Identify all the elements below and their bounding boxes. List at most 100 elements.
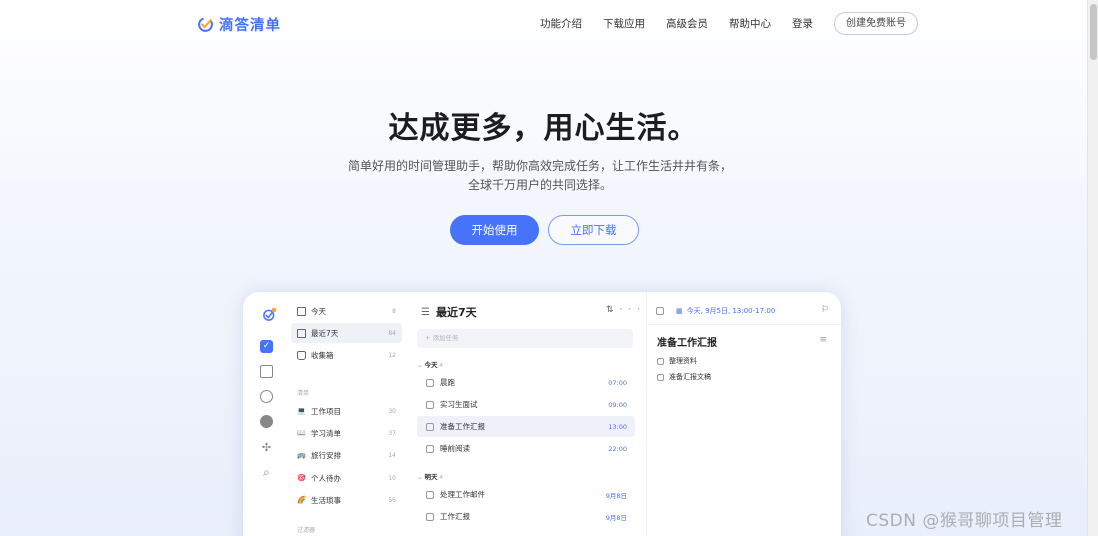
item-count: 8 [392,307,396,315]
group-count: 4 [439,475,443,481]
target-emoji-icon: 🎯 [297,474,306,482]
nav-features[interactable]: 功能介绍 [540,13,582,35]
nav-premium[interactable]: 高级会员 [666,13,708,35]
signup-button[interactable]: 创建免费账号 [834,12,918,35]
task-checkbox[interactable] [426,400,434,409]
sidebar-item-label: 收集箱 [311,350,334,360]
task-row-selected[interactable]: 准备工作汇报 13:00 [417,416,635,437]
more-icon[interactable]: ··· [620,305,647,315]
add-task-input[interactable]: + 添加任务 [417,329,633,348]
group-label: 今天 [424,361,438,369]
task-detail-pane: ▦ 今天, 9月5日, 13:00-17:00 ⚐ 准备工作汇报 ≡ 整理资料 … [646,292,841,536]
group-label: 明天 [424,473,438,481]
task-checkbox[interactable] [426,422,434,431]
task-row[interactable]: 实习生面试 09:00 [417,394,635,415]
group-header-tomorrow[interactable]: ⌄ 明天 4 [417,471,443,481]
hero-subtitle-line: 简单好用的时间管理助手，帮助你高效完成任务，让工作生活井井有条， [347,159,732,173]
task-due: 09:00 [608,400,627,409]
task-row[interactable]: 处理工作邮件 9月8日 [417,484,635,505]
bus-emoji-icon: 🚌 [297,451,306,459]
download-button[interactable]: 立即下载 [548,215,639,245]
task-due: 07:00 [608,378,627,387]
sidebar-item-label: 旅行安排 [311,450,341,460]
hero-subtitle: 简单好用的时间管理助手，帮助你高效完成任务，让工作生活井井有条， 全球千万用户的… [0,157,1080,195]
calendar-icon[interactable]: ▦ [676,307,683,315]
task-pane: ☰ 最近7天 ⇅··· + 添加任务 ⌄ 今天 4 晨跑 07:00 实习生面试 … [411,292,640,536]
nav-download[interactable]: 下载应用 [603,13,645,35]
laptop-emoji-icon: 💻 [297,407,306,415]
sidebar-item-inbox[interactable]: 收集箱 12 [291,345,402,365]
sidebar-item-life[interactable]: 🌈 生活琐事 56 [291,490,402,510]
description-icon[interactable]: ≡ [819,335,827,345]
flag-icon[interactable]: ⚐ [821,305,829,315]
inbox-icon [297,350,306,360]
task-row[interactable]: 工作汇报 9月8日 [417,506,635,527]
sidebar-item-label: 今天 [311,306,326,316]
search-icon[interactable]: ⌕ [260,466,273,479]
task-row[interactable]: 晨跑 07:00 [417,372,635,393]
sidebar-item-label: 学习清单 [311,428,341,438]
task-due: 9月8日 [605,491,627,500]
sidebar-item-label: 最近7天 [311,328,339,338]
matrix-grid-icon[interactable]: ✣ [260,441,273,454]
task-title: 处理工作邮件 [440,490,485,499]
divider [647,324,841,325]
rainbow-emoji-icon: 🌈 [297,496,306,504]
sort-icon[interactable]: ⇅ [606,305,620,315]
filters-section-header: 过滤器 [297,527,316,534]
subtask-checkbox[interactable] [657,357,664,365]
subtask-item[interactable]: 整理资料 [657,356,697,366]
item-count: 12 [388,351,396,359]
check-logo-icon [198,17,213,32]
task-checkbox[interactable] [426,490,434,499]
sidebar-item-work[interactable]: 💻 工作项目 30 [291,401,402,421]
detail-checkbox[interactable] [656,307,664,315]
chevron-down-icon: ⌄ [417,361,425,369]
sidebar-item-today[interactable]: 今天 8 [291,301,402,321]
detail-title[interactable]: 准备工作汇报 [657,334,717,349]
item-count: 10 [388,474,396,482]
brand-logo[interactable]: 滴答清单 [197,14,281,35]
calendar-today-icon [297,306,306,316]
lists-section-header: 清单 [297,390,310,397]
detail-date[interactable]: 今天, 9月5日, 13:00-17:00 [687,306,776,316]
menu-icon[interactable]: ☰ [421,307,430,318]
calendar-week-icon [297,328,306,338]
task-checkbox[interactable] [426,444,434,453]
page-scrollbar[interactable] [1087,0,1098,536]
hero-subtitle-line: 全球千万用户的共同选择。 [467,178,612,192]
group-header-today[interactable]: ⌄ 今天 4 [417,359,443,369]
hero-title: 达成更多，用心生活。 [388,111,699,146]
book-emoji-icon: 📖 [297,429,306,437]
focus-timer-icon[interactable] [260,415,273,428]
sidebar-item-label: 生活琐事 [311,495,341,505]
subtask-checkbox[interactable] [657,373,664,381]
task-due: 9月8日 [605,513,627,522]
item-count: 56 [388,496,396,504]
sidebar-item-travel[interactable]: 🚌 旅行安排 14 [291,445,402,465]
sidebar-item-label: 个人待办 [311,473,341,483]
sidebar-item-next-7-days[interactable]: 最近7天 84 [291,323,402,343]
task-pane-title: ☰ 最近7天 [421,304,477,320]
habit-icon[interactable] [260,390,273,403]
task-checkbox[interactable] [426,512,434,521]
get-started-button[interactable]: 开始使用 [450,215,539,245]
sidebar-item-personal[interactable]: 🎯 个人待办 10 [291,468,402,488]
calendar-icon[interactable] [260,365,273,378]
tasks-check-icon[interactable]: ✓ [260,340,273,353]
item-count: 14 [388,451,396,459]
task-title: 准备工作汇报 [440,422,485,431]
nav-login[interactable]: 登录 [792,13,813,35]
sidebar-item-label: 工作项目 [311,406,341,416]
task-checkbox[interactable] [426,378,434,387]
sidebar-item-study[interactable]: 📖 学习清单 37 [291,423,402,443]
subtask-title: 整理资料 [669,357,697,365]
subtask-item[interactable]: 准备汇报文稿 [657,372,711,382]
scrollbar-thumb[interactable] [1090,4,1097,60]
app-sidebar-rail: ✓ ✣ ⌕ [243,292,285,536]
list-pane: 今天 8 最近7天 84 收集箱 12 清单 💻 工作项目 30 📖 学习清单 … [285,292,405,536]
task-row[interactable]: 睡前阅读 22:00 [417,438,635,459]
nav-help[interactable]: 帮助中心 [729,13,771,35]
task-title: 工作汇报 [440,512,470,521]
task-due: 13:00 [608,422,627,431]
